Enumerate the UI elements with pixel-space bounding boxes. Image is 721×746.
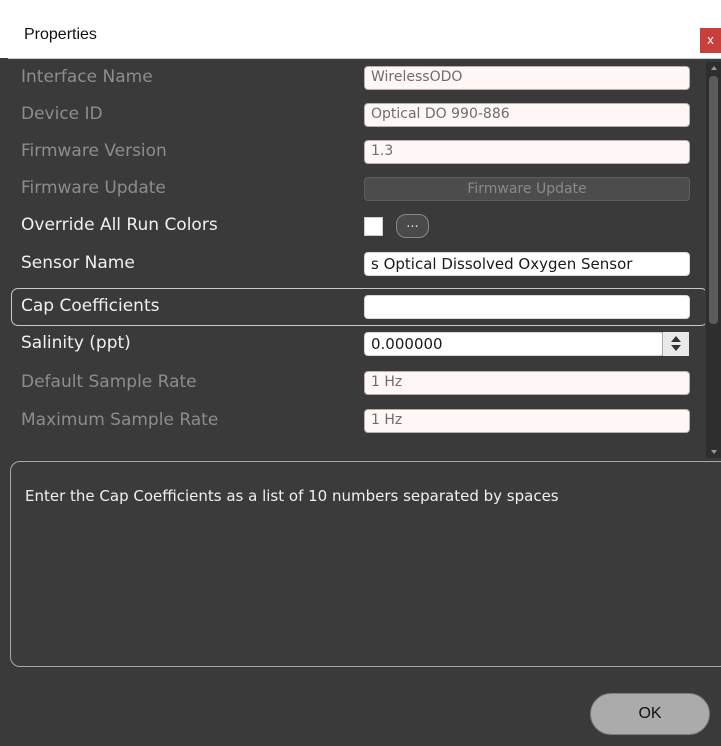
close-button[interactable]: x [700,28,721,53]
dialog-border [0,58,8,746]
property-row-default-sample-rate: Default Sample Rate 1 Hz [8,367,705,399]
property-label: Firmware Update [21,178,166,198]
property-label: Default Sample Rate [21,372,197,392]
property-row-interface-name: Interface Name WirelessODO [8,62,705,94]
firmware-version-field: 1.3 [364,140,690,164]
maximum-sample-rate-field: 1 Hz [364,409,690,433]
property-label: Cap Coefficients [21,296,160,316]
scrollbar-thumb[interactable] [709,76,718,324]
property-row-salinity: Salinity (ppt) 0.000000 [8,328,705,360]
property-row-firmware-update: Firmware Update Firmware Update [8,173,705,205]
chevron-down-icon[interactable] [671,345,681,351]
override-colors-checkbox[interactable] [364,217,383,236]
ok-button[interactable]: OK [590,693,710,735]
property-grid: Interface Name WirelessODO Device ID Opt… [8,62,705,458]
properties-dialog: Properties x Interface Name WirelessODO … [0,0,721,746]
property-row-firmware-version: Firmware Version 1.3 [8,136,705,168]
device-id-field: Optical DO 990-886 [364,103,690,127]
property-label: Override All Run Colors [21,215,218,235]
property-label: Device ID [21,104,103,124]
interface-name-field: WirelessODO [364,66,690,90]
dialog-title: Properties [24,26,97,43]
color-picker-button[interactable]: ... [396,214,429,238]
property-row-override-run-colors: Override All Run Colors ... [8,210,705,242]
chevron-up-icon[interactable] [671,336,681,342]
description-panel: Enter the Cap Coefficients as a list of … [10,461,721,667]
salinity-spinner[interactable] [662,332,689,356]
property-grid-scrollbar[interactable] [706,62,721,458]
property-description: Enter the Cap Coefficients as a list of … [25,487,559,505]
property-row-sensor-name: Sensor Name s Optical Dissolved Oxygen S… [8,248,705,280]
property-label: Interface Name [21,67,153,87]
property-label: Firmware Version [21,141,167,161]
sensor-name-input[interactable]: s Optical Dissolved Oxygen Sensor [364,252,690,276]
property-row-cap-coefficients: Cap Coefficients [8,288,705,326]
property-row-maximum-sample-rate: Maximum Sample Rate 1 Hz [8,405,705,437]
scroll-up-icon[interactable] [711,66,717,70]
default-sample-rate-field: 1 Hz [364,371,690,395]
property-label: Sensor Name [21,253,135,273]
property-label: Maximum Sample Rate [21,410,219,430]
salinity-input[interactable]: 0.000000 [364,332,664,356]
cap-coefficients-input[interactable] [364,295,690,319]
property-row-device-id: Device ID Optical DO 990-886 [8,99,705,131]
firmware-update-button: Firmware Update [364,177,690,201]
title-bar[interactable]: Properties x [0,0,721,59]
scroll-down-icon[interactable] [711,450,717,454]
property-label: Salinity (ppt) [21,333,131,353]
close-icon: x [707,32,714,47]
